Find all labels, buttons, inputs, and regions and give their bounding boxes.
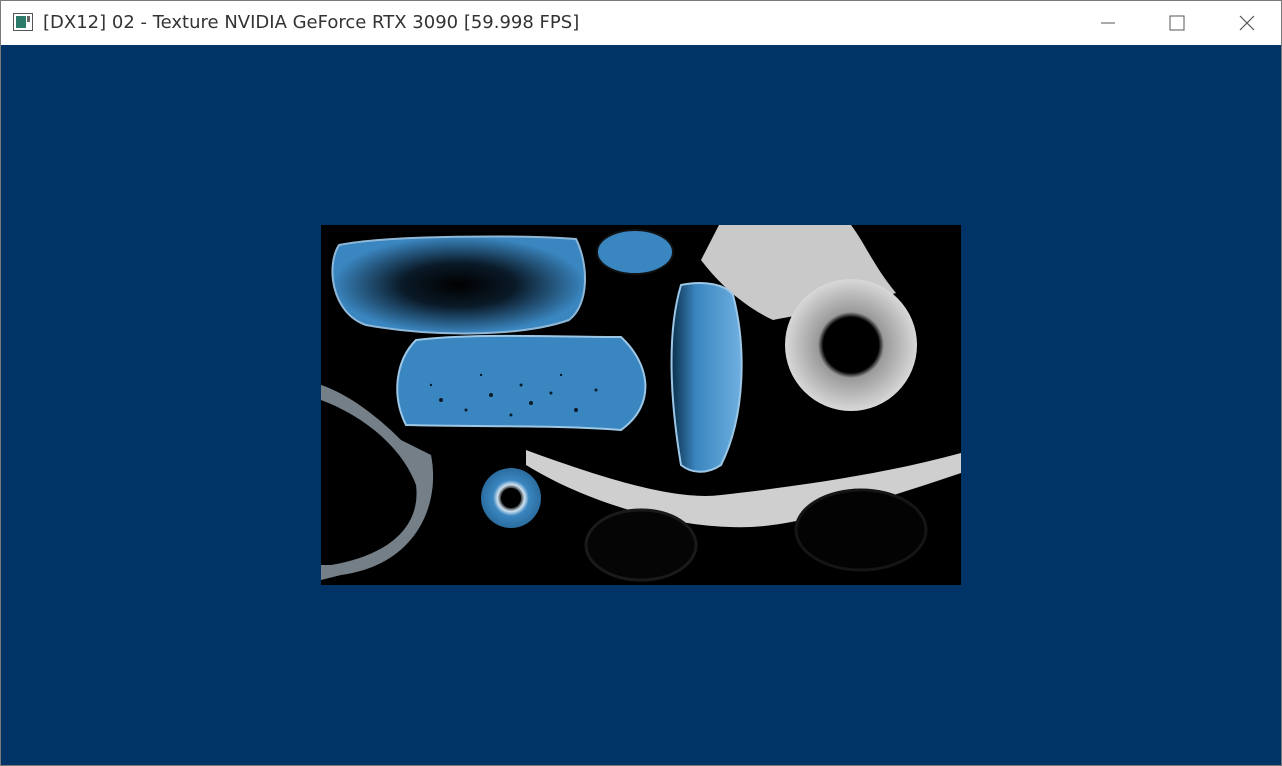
window-title: [DX12] 02 - Texture NVIDIA GeForce RTX 3… [43, 12, 580, 33]
blue-strip-vertical [670, 282, 743, 473]
close-button[interactable] [1212, 1, 1281, 45]
minimize-icon [1100, 22, 1115, 24]
app-window: [DX12] 02 - Texture NVIDIA GeForce RTX 3… [0, 0, 1282, 766]
texture-image [321, 225, 961, 582]
maximize-button[interactable] [1142, 1, 1211, 45]
maximize-icon [1169, 15, 1184, 31]
dark-circle-bottom-2 [794, 488, 928, 572]
title-bar[interactable]: [DX12] 02 - Texture NVIDIA GeForce RTX 3… [1, 1, 1281, 45]
dark-circle-bottom-1 [584, 508, 698, 582]
minimize-button[interactable] [1073, 1, 1142, 45]
blue-circle-top [596, 229, 674, 275]
blue-shape-middle [396, 334, 647, 432]
app-window-icon [13, 13, 33, 31]
textured-quad [321, 225, 961, 585]
render-viewport[interactable] [1, 45, 1281, 765]
blue-shape-top-left [331, 235, 586, 335]
close-icon [1239, 15, 1254, 31]
